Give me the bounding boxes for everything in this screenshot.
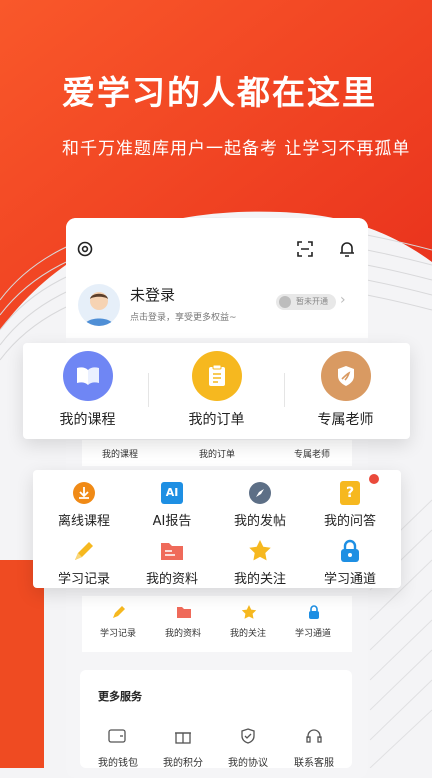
offline-courses-button[interactable]: 离线课程 [38,480,130,529]
grid-label: 学习通道 [323,572,376,587]
my-posts-button[interactable]: 我的发帖 [214,480,306,529]
book-icon [62,351,113,401]
lock-icon [337,538,363,564]
small-actions-row: 我的课程 我的订单 专属老师 [82,440,352,466]
ai-report-button[interactable]: AI AI报告 [126,480,218,529]
grid-label: 学习记录 [57,572,110,587]
folder-icon [176,604,192,624]
grid-label: 我的发帖 [233,514,286,529]
more-service-label[interactable]: 我的协议 [210,754,286,769]
headset-icon [305,728,323,748]
divider [148,373,149,407]
gift-icon [174,728,192,748]
main-actions-card: 我的课程 我的订单 专属老师 [23,343,410,439]
my-orders-button[interactable]: 我的订单 [152,351,281,429]
hero-headline: 爱学习的人都在这里 [62,73,377,112]
clipboard-icon [191,351,242,401]
avatar[interactable] [78,284,120,326]
teacher-icon [320,351,371,401]
compass-icon [247,480,273,506]
more-services-title: 更多服务 [98,690,142,703]
my-courses-button[interactable]: 我的课程 [23,351,152,429]
small-action-label[interactable]: 我的课程 [82,447,158,460]
chevron-right-icon: › [340,292,346,308]
folder-icon [159,538,185,564]
question-icon-text: ? [340,481,360,505]
study-records-button[interactable]: 学习记录 [38,538,130,587]
login-hint: 点击登录，享受更多权益~ [130,313,237,323]
small-action-label[interactable]: 我的订单 [179,447,255,460]
ai-icon-text: AI [161,482,183,504]
hero-subline: 和千万准题库用户一起备考 让学习不再孤单 [62,139,411,159]
exclusive-teacher-button[interactable]: 专属老师 [281,351,410,429]
grid-label: 离线课程 [57,514,110,529]
star-icon [247,538,273,564]
more-services-section: 更多服务 我的钱包 我的积分 我的协议 联系客服 [80,670,352,769]
vip-badge[interactable]: 暂未开通 [276,294,336,310]
my-materials-button[interactable]: 我的资料 [126,538,218,587]
my-courses-label: 我的课程 [59,412,116,428]
grid-label: 我的问答 [323,514,376,529]
more-service-label[interactable]: 联系客服 [276,754,352,769]
ai-icon: AI [159,480,185,506]
profile-row[interactable]: 未登录 点击登录，享受更多权益~ 暂未开通 › [66,284,368,338]
settings-icon[interactable] [76,240,94,262]
question-icon: ? [337,480,363,506]
vip-badge-label: 暂未开通 [296,297,328,306]
my-qa-button[interactable]: ? 我的问答 [304,480,396,529]
vip-icon [279,296,291,308]
grid-label: 我的资料 [145,572,198,587]
shield-icon [239,728,257,748]
wallet-icon [108,728,126,748]
my-orders-label: 我的订单 [188,412,245,428]
username: 未登录 [130,286,176,304]
bell-icon[interactable] [338,240,356,262]
small-action-label[interactable]: 专属老师 [274,447,350,460]
features-grid-card: 离线课程 AI AI报告 我的发帖 ? 我的问答 学习记录 我的资料 我的关注 … [33,470,401,588]
study-channel-button[interactable]: 学习通道 [304,538,396,587]
download-icon [71,480,97,506]
pencil-icon [71,538,97,564]
small-grid-row: 学习记录 我的资料 我的关注 学习通道 [82,596,352,652]
grid-label: 我的关注 [233,572,286,587]
scan-icon[interactable] [296,240,314,262]
exclusive-teacher-label: 专属老师 [317,412,374,428]
top-bar [66,218,368,288]
grid-label: AI报告 [152,514,192,529]
star-icon [241,604,257,624]
my-follows-button[interactable]: 我的关注 [214,538,306,587]
small-grid-label[interactable]: 学习通道 [275,626,351,639]
lock-icon [306,604,322,624]
pencil-icon [111,604,127,624]
